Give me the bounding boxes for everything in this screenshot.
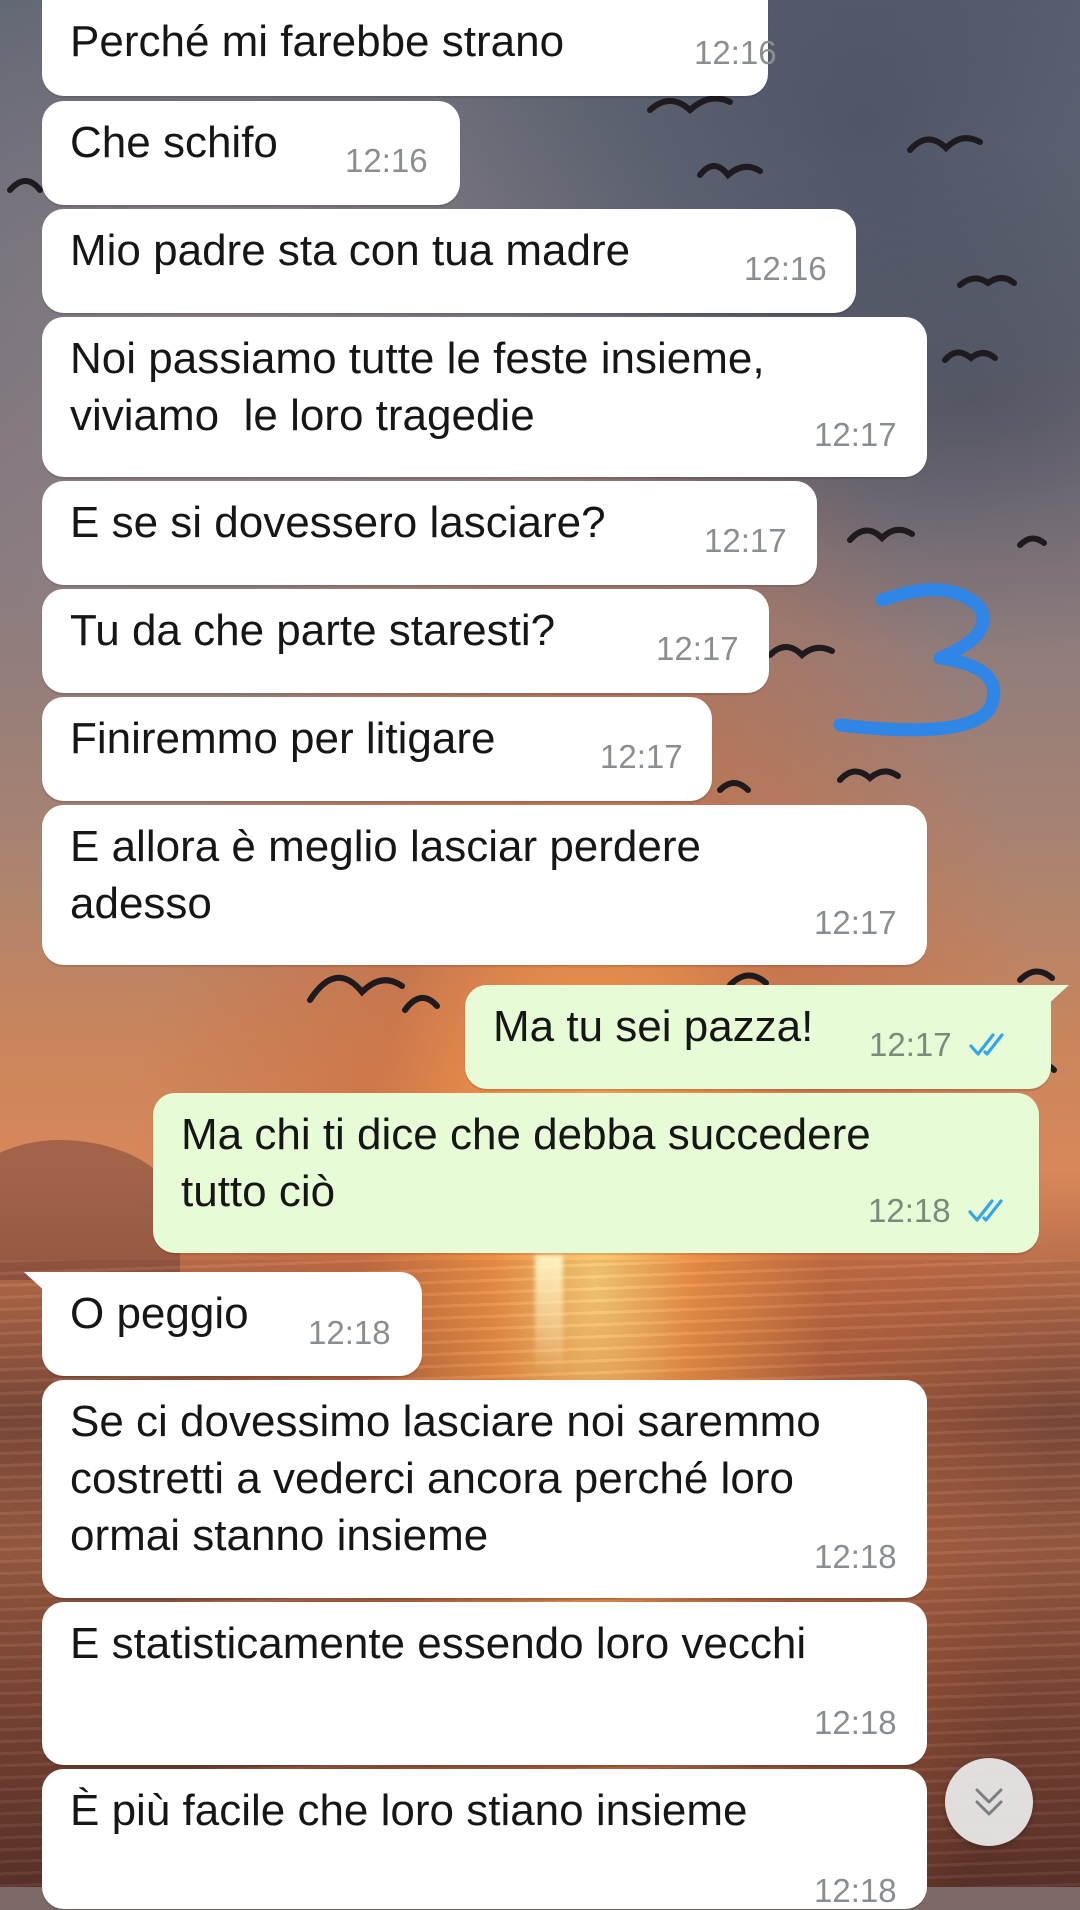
double-check-icon — [969, 1033, 1004, 1056]
message-timestamp: 12:16 — [694, 34, 777, 71]
message-timestamp: 12:18 — [814, 1872, 897, 1909]
scroll-to-bottom-button[interactable] — [945, 1758, 1033, 1846]
double-chevron-down-icon — [975, 1788, 1003, 1816]
message-text: Perché mi farebbe strano — [70, 17, 565, 66]
message-text: Finiremmo per litigare — [70, 714, 496, 763]
message-text: E se si dovessero lasciare? — [70, 498, 606, 547]
incoming-message[interactable]: E allora è meglio lasciar perdere adesso… — [42, 805, 927, 965]
message-list[interactable]: Perché mi farebbe strano 12:16 Che schifo 1… — [0, 0, 1080, 1909]
message-timestamp: 12:17 — [869, 1026, 952, 1063]
message-timestamp: 12:18 — [308, 1314, 391, 1351]
bubble-tail — [1045, 985, 1069, 1007]
message-timestamp: 12:17 — [814, 416, 897, 453]
message-text: E statisticamente essendo loro vecchi — [70, 1619, 807, 1668]
incoming-message[interactable]: Noi passiamo tutte le feste insieme, viv… — [42, 317, 927, 477]
double-check-icon — [968, 1199, 1003, 1222]
incoming-message[interactable]: Se ci dovessimo lasciare noi saremmo cos… — [42, 1380, 927, 1598]
message-timestamp: 12:17 — [814, 904, 897, 941]
incoming-message[interactable]: Che schifo 12:16 — [42, 101, 460, 205]
outgoing-message[interactable]: Ma tu sei pazza! 12:17 — [465, 985, 1069, 1089]
message-timestamp: 12:16 — [744, 250, 827, 287]
message-text: Mio padre sta con tua madre — [70, 226, 631, 275]
incoming-message[interactable]: E se si dovessero lasciare? 12:17 — [42, 481, 817, 585]
message-text: Noi passiamo tutte le feste insieme, viv… — [70, 334, 765, 440]
message-timestamp: 12:17 — [600, 738, 683, 775]
message-timestamp: 12:16 — [345, 142, 428, 179]
message-text: È più facile che loro stiano insieme — [70, 1786, 748, 1835]
incoming-message[interactable]: O peggio 12:18 — [24, 1272, 422, 1376]
message-timestamp: 12:18 — [814, 1538, 897, 1575]
bubble-tail — [24, 1272, 48, 1294]
incoming-message[interactable]: E statisticamente essendo loro vecchi 12:… — [42, 1602, 927, 1765]
message-timestamp: 12:17 — [704, 522, 787, 559]
incoming-message[interactable]: Finiremmo per litigare 12:17 — [42, 697, 712, 801]
incoming-message[interactable]: Perché mi farebbe strano 12:16 — [42, 0, 777, 96]
incoming-message[interactable]: Mio padre sta con tua madre 12:16 — [42, 209, 856, 313]
message-text: Tu da che parte staresti? — [70, 606, 556, 655]
message-timestamp: 12:18 — [868, 1192, 951, 1229]
incoming-message[interactable]: È più facile che loro stiano insieme 12:1… — [42, 1769, 927, 1909]
message-text: Se ci dovessimo lasciare noi saremmo cos… — [70, 1397, 821, 1560]
incoming-message[interactable]: Tu da che parte staresti? 12:17 — [42, 589, 769, 693]
message-text: E allora è meglio lasciar perdere adesso — [70, 822, 701, 928]
message-timestamp: 12:17 — [656, 630, 739, 667]
message-timestamp: 12:18 — [814, 1704, 897, 1741]
outgoing-message[interactable]: Ma chi ti dice che debba succedere tutto… — [153, 1093, 1039, 1253]
